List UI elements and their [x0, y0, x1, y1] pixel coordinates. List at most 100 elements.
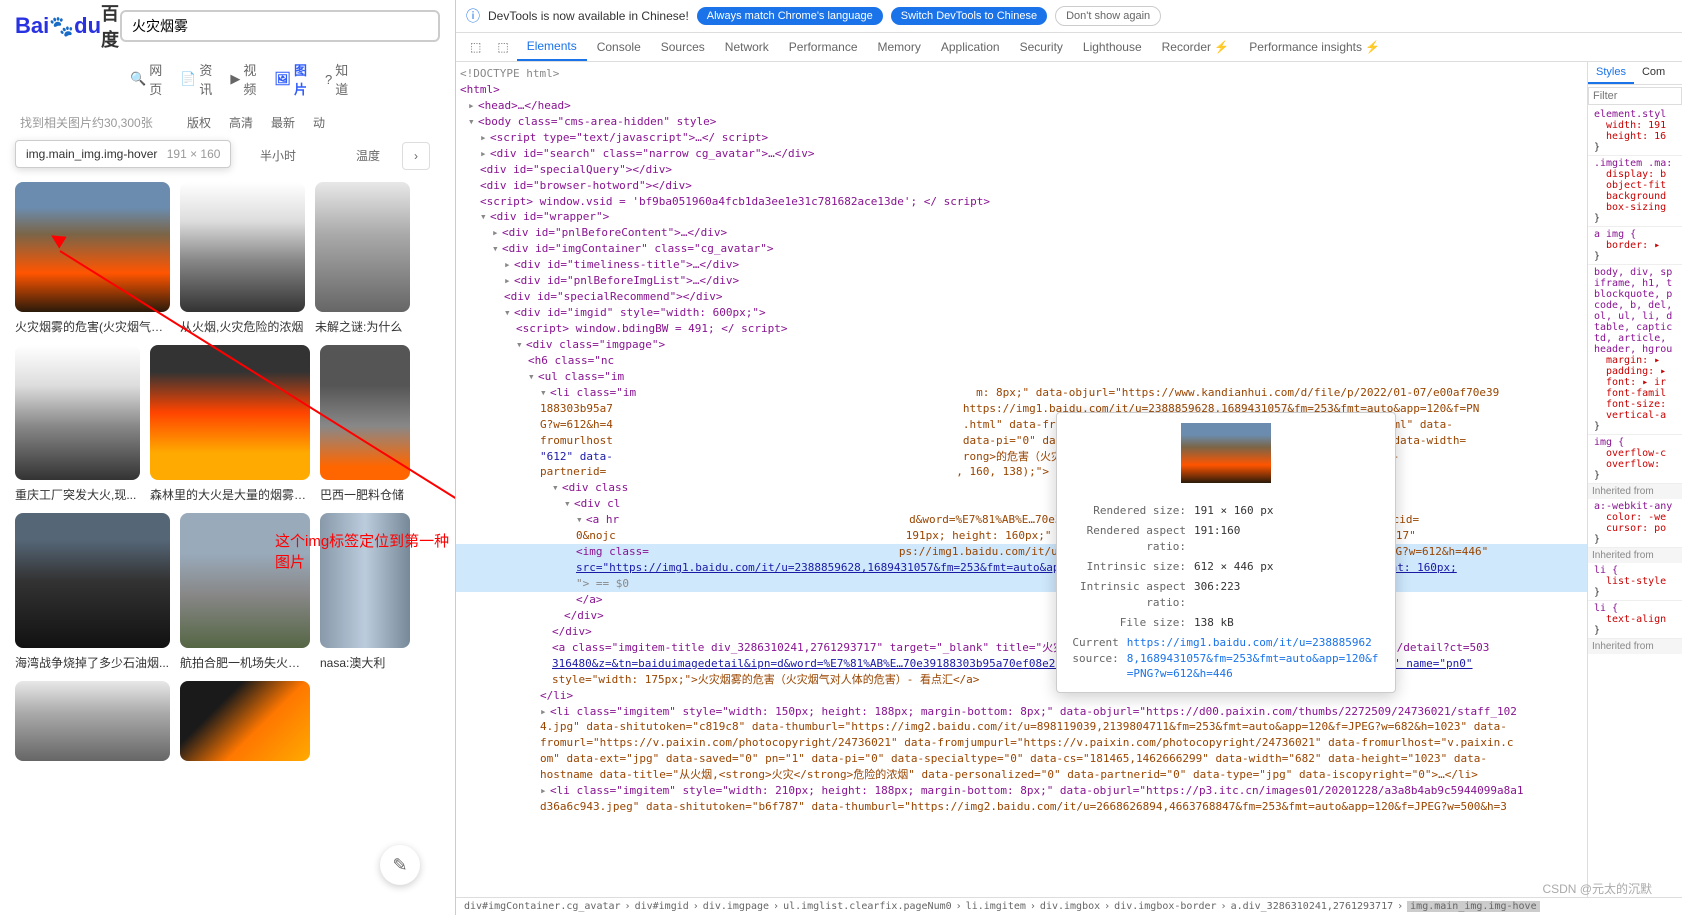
tab-recorder[interactable]: Recorder ⚡	[1152, 34, 1240, 60]
image-result-item[interactable]	[15, 681, 170, 761]
dom-li3[interactable]: <li class="imgitem" style="width: 210px;…	[550, 784, 1524, 797]
filter-anim[interactable]: 动	[313, 114, 325, 131]
dom-vsid[interactable]: <script> window.vsid = 'bf9ba051960a4fcb…	[480, 195, 990, 208]
filter-hd[interactable]: 高清	[229, 114, 253, 131]
tab-lighthouse[interactable]: Lighthouse	[1073, 34, 1152, 60]
dom-timeliness[interactable]: <div id="timeliness-title">…</div>	[514, 258, 739, 271]
image-result-item[interactable]	[180, 681, 310, 761]
banner-switch-cn-button[interactable]: Switch DevTools to Chinese	[891, 7, 1047, 25]
image-thumbnail[interactable]	[180, 182, 305, 312]
image-thumbnail[interactable]	[15, 345, 140, 480]
image-thumbnail[interactable]	[315, 182, 410, 312]
tab-news[interactable]: 📄资讯	[180, 60, 212, 98]
styles-tab-styles[interactable]: Styles	[1588, 62, 1634, 84]
filter-temp[interactable]: 温度	[356, 147, 380, 164]
banner-text: DevTools is now available in Chinese!	[488, 9, 689, 23]
dom-imgcontainer[interactable]: <div id="imgContainer" class="cg_avatar"…	[502, 242, 774, 255]
popup-intrinsic-ratio: 306:223	[1194, 579, 1240, 611]
tab-sources[interactable]: Sources	[651, 34, 715, 60]
dom-selected-img[interactable]: <img class=ps://img1.baidu.com/it/u=2388…	[456, 544, 1587, 560]
breadcrumb-item[interactable]: ul.imglist.clearfix.pageNum0	[783, 901, 952, 912]
search-tabs: 🔍网页 📄资讯 ▶视频 🖼图片 ?知道	[0, 52, 455, 106]
filter-copyright[interactable]: 版权	[187, 114, 211, 131]
dom-bding[interactable]: <script> window.bdingBW = 491; </ script…	[516, 322, 788, 335]
dom-ul[interactable]: <ul class="im	[538, 370, 624, 383]
dom-h6[interactable]: <h6 class="nc	[528, 354, 614, 367]
elements-panel[interactable]: <!DOCTYPE html> <html> ▸<head>…</head> ▾…	[456, 62, 1587, 897]
device-icon[interactable]: ⬚	[489, 34, 516, 60]
breadcrumb: div#imgContainer.cg_avatar›div#imgid›div…	[456, 897, 1682, 915]
dom-pnlbefore[interactable]: <div id="pnlBeforeContent">…</div>	[502, 226, 727, 239]
breadcrumb-item[interactable]: a.div_3286310241,2761293717	[1231, 901, 1394, 912]
image-thumbnail[interactable]	[15, 681, 170, 761]
dom-script1[interactable]: <script type="text/javascript">…</ scrip…	[490, 131, 768, 144]
image-thumbnail[interactable]	[15, 182, 170, 312]
tab-web[interactable]: 🔍网页	[130, 60, 162, 98]
tab-application[interactable]: Application	[931, 34, 1010, 60]
breadcrumb-item[interactable]: li.imgitem	[966, 901, 1026, 912]
image-result-item[interactable]: 海湾战争烧掉了多少石油烟...	[15, 513, 170, 671]
dom-li2[interactable]: <li class="imgitem" style="width: 150px;…	[550, 705, 1517, 718]
inspect-icon[interactable]: ⬚	[462, 34, 489, 60]
banner-dismiss-button[interactable]: Don't show again	[1055, 6, 1161, 26]
tab-performance[interactable]: Performance	[779, 34, 868, 60]
edit-fab[interactable]: ✎	[380, 845, 420, 885]
breadcrumb-item[interactable]: div.imgbox-border	[1114, 901, 1216, 912]
logo-du: du	[74, 13, 101, 39]
tooltip-selector: img.main_img.img-hover	[26, 147, 157, 161]
filter-halfhour[interactable]: 半小时	[260, 147, 296, 164]
dom-div2[interactable]: <div cl	[574, 497, 620, 510]
inherited-label2: Inherited from	[1588, 548, 1682, 563]
breadcrumb-item[interactable]: div.imgbox	[1040, 901, 1100, 912]
dom-search[interactable]: <div id="search" class="narrow cg_avatar…	[490, 147, 815, 160]
image-caption: 未解之谜:为什么	[315, 318, 410, 335]
tab-security[interactable]: Security	[1010, 34, 1073, 60]
image-result-item[interactable]: 森林里的大火是大量的烟雾和...	[150, 345, 310, 503]
tab-console[interactable]: Console	[587, 34, 651, 60]
paw-icon: 🐾	[49, 14, 74, 39]
dom-li1[interactable]: <li class="im	[550, 386, 636, 399]
dom-html[interactable]: <html>	[460, 83, 500, 96]
dom-special[interactable]: <div id="specialQuery"></div>	[480, 163, 672, 176]
tab-elements[interactable]: Elements	[517, 33, 587, 61]
breadcrumb-item[interactable]: div#imgid	[635, 901, 689, 912]
banner-match-lang-button[interactable]: Always match Chrome's language	[697, 7, 883, 25]
dom-imgpage[interactable]: <div class="imgpage">	[526, 338, 665, 351]
tab-perfinsights[interactable]: Performance insights ⚡	[1239, 34, 1390, 60]
popup-intrinsic-ratio-label: Intrinsic aspect ratio:	[1069, 579, 1194, 611]
styles-tab-computed[interactable]: Com	[1634, 62, 1673, 84]
dom-pnlbeforeimg[interactable]: <div id="pnlBeforeImgList">…</div>	[514, 274, 739, 287]
tab-images[interactable]: 🖼图片	[274, 60, 307, 98]
baidu-logo[interactable]: Bai🐾du百度	[15, 10, 110, 42]
search-input[interactable]	[120, 10, 440, 42]
tab-memory[interactable]: Memory	[868, 34, 931, 60]
tab-network[interactable]: Network	[715, 34, 779, 60]
image-result-item[interactable]: 巴西一肥料仓储	[320, 345, 410, 503]
image-result-item[interactable]: 火灾烟雾的危害(火灾烟气对...	[15, 182, 170, 335]
tab-video[interactable]: ▶视频	[230, 60, 256, 98]
filter-more-button[interactable]: ›	[402, 142, 430, 170]
dom-hotword[interactable]: <div id="browser-hotword"></div>	[480, 179, 692, 192]
image-thumbnail[interactable]	[150, 345, 310, 480]
breadcrumb-item[interactable]: div#imgContainer.cg_avatar	[464, 901, 621, 912]
breadcrumb-item[interactable]: img.main_img.img-hove	[1407, 901, 1539, 912]
popup-source-label: Current source:	[1069, 635, 1127, 683]
filter-latest[interactable]: 最新	[271, 114, 295, 131]
dom-specialrec[interactable]: <div id="specialRecommend"></div>	[504, 290, 723, 303]
tab-zhidao[interactable]: ?知道	[325, 60, 348, 98]
styles-filter-input[interactable]	[1588, 87, 1682, 105]
popup-file-size: 138 kB	[1194, 615, 1234, 631]
dom-body[interactable]: <body class="cms-area-hidden" style>	[478, 115, 716, 128]
image-thumbnail[interactable]	[180, 681, 310, 761]
dom-head[interactable]: <head>…</head>	[478, 99, 571, 112]
image-result-item[interactable]: 未解之谜:为什么	[315, 182, 410, 335]
breadcrumb-item[interactable]: div.imgpage	[703, 901, 769, 912]
dom-wrapper[interactable]: <div id="wrapper">	[490, 210, 609, 223]
dom-div[interactable]: <div class	[562, 481, 628, 494]
image-result-item[interactable]: 重庆工厂突发大火,现...	[15, 345, 140, 503]
image-thumbnail[interactable]	[15, 513, 170, 648]
image-result-item[interactable]: 从火烟,火灾危险的浓烟	[180, 182, 305, 335]
popup-source[interactable]: https://img1.baidu.com/it/u=2388859628,1…	[1127, 635, 1383, 683]
dom-a[interactable]: <a hr	[586, 513, 619, 526]
dom-imgid[interactable]: <div id="imgid" style="width: 600px;">	[514, 306, 766, 319]
